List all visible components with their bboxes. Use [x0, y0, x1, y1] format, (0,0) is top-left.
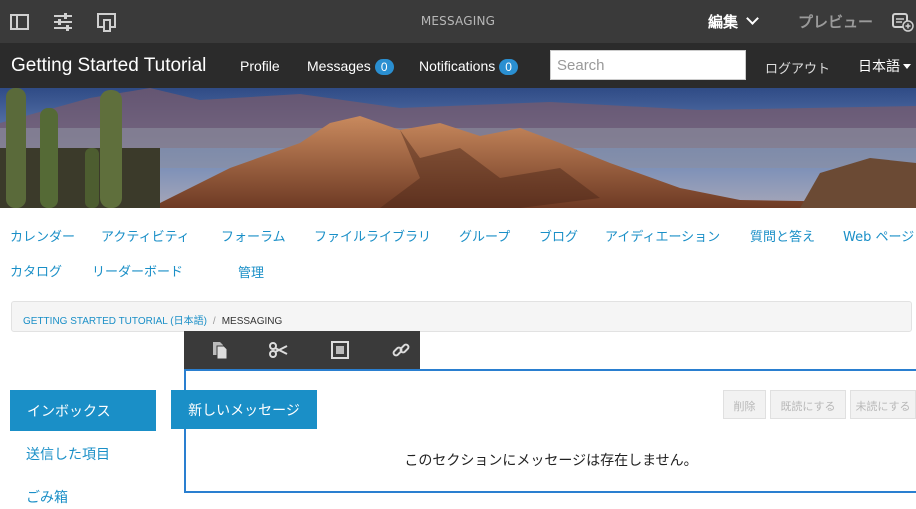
breadcrumb-separator: /	[212, 316, 216, 327]
page-title: MESSAGING	[420, 14, 496, 28]
nav-activity[interactable]: アクティビティ	[101, 226, 190, 245]
logout-link[interactable]: ログアウト	[765, 58, 830, 77]
messages-count-badge: 0	[374, 59, 394, 75]
nav-admin[interactable]: 管理	[238, 262, 264, 281]
breadcrumb: GETTING STARTED TUTORIAL (日本語) / MESSAGING	[11, 301, 912, 332]
search-input[interactable]	[550, 50, 746, 80]
profile-link[interactable]: Profile	[240, 58, 280, 74]
edit-mode-dropdown[interactable]: 編集	[708, 11, 759, 32]
site-title[interactable]: Getting Started Tutorial	[11, 55, 206, 77]
site-header: Getting Started Tutorial Profile Message…	[0, 43, 916, 88]
messages-link[interactable]: Messages 0	[307, 58, 394, 75]
breadcrumb-current: MESSAGING	[221, 316, 283, 327]
nav-catalog[interactable]: カタログ	[10, 261, 62, 280]
link-icon[interactable]	[391, 340, 411, 360]
empty-state-message: このセクションにメッセージは存在しません。	[404, 453, 698, 469]
mark-unread-button[interactable]: 未読にする	[850, 390, 916, 419]
edit-mode-label: 編集	[708, 13, 739, 31]
selected-component-outline[interactable]	[184, 369, 916, 493]
emulator-icon[interactable]	[96, 11, 118, 33]
notifications-count-badge: 0	[499, 59, 518, 75]
nav-ideation[interactable]: アイディエーション	[605, 226, 720, 245]
nav-blog[interactable]: ブログ	[539, 226, 578, 245]
folder-sent-items[interactable]: 送信した項目	[26, 444, 110, 464]
properties-icon[interactable]	[52, 11, 74, 33]
nav-web-pages[interactable]: Web ページ	[843, 226, 914, 245]
new-message-button[interactable]: 新しいメッセージ	[171, 390, 317, 429]
component-toolbar	[184, 331, 420, 369]
nav-leaderboard[interactable]: リーダーボード	[92, 261, 183, 280]
banner-image	[0, 88, 916, 208]
nav-file-library[interactable]: ファイルライブラリ	[314, 226, 431, 245]
preview-button[interactable]: プレビュー	[798, 11, 873, 32]
language-label: 日本語	[858, 59, 900, 75]
folder-inbox[interactable]: インボックス	[10, 390, 156, 431]
notifications-link[interactable]: Notifications 0	[419, 58, 518, 75]
editor-toolbar: MESSAGING 編集 プレビュー	[0, 0, 916, 43]
folder-trash[interactable]: ごみ箱	[26, 487, 68, 507]
annotations-icon[interactable]	[892, 12, 914, 32]
cut-icon[interactable]	[269, 340, 289, 360]
caret-down-icon	[903, 64, 911, 69]
nav-qna[interactable]: 質問と答え	[750, 226, 815, 245]
messages-label: Messages	[307, 58, 371, 74]
mark-read-button[interactable]: 既読にする	[770, 390, 846, 419]
breadcrumb-parent-link[interactable]: GETTING STARTED TUTORIAL (日本語)	[23, 316, 207, 327]
nav-forum[interactable]: フォーラム	[221, 226, 286, 245]
nav-calendar[interactable]: カレンダー	[10, 226, 75, 245]
copy-icon[interactable]	[210, 340, 230, 360]
group-icon[interactable]	[330, 340, 350, 360]
delete-button[interactable]: 削除	[723, 390, 766, 419]
nav-groups[interactable]: グループ	[459, 226, 510, 245]
chevron-down-icon	[746, 12, 759, 25]
language-dropdown[interactable]: 日本語	[858, 56, 911, 76]
side-panel-icon[interactable]	[9, 11, 31, 33]
notifications-label: Notifications	[419, 58, 496, 74]
